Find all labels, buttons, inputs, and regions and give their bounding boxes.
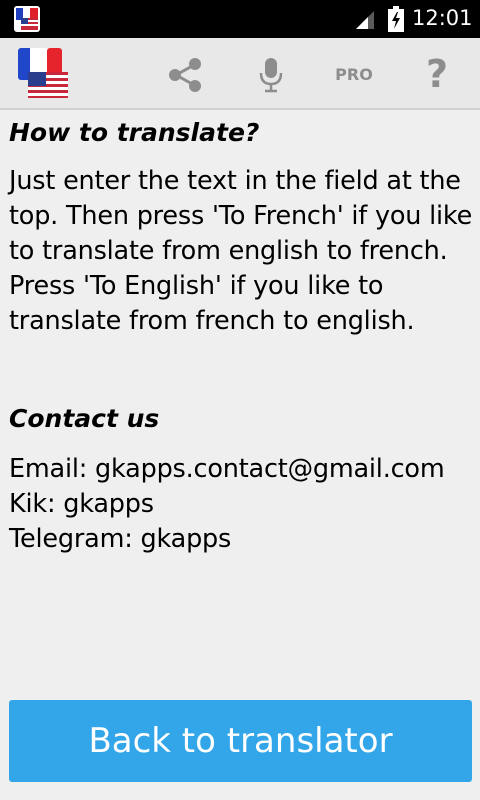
status-bar: 12:01 [0,0,480,38]
contact-kik: Kik: gkapps [9,489,154,519]
pro-button[interactable]: PRO [326,60,382,90]
help-button[interactable]: ? [414,50,460,98]
contact-telegram: Telegram: gkapps [9,524,232,554]
how-to-translate-text: Just enter the text in the field at the … [9,166,473,336]
flag-notification-icon [14,6,40,32]
battery-icon [388,6,404,32]
microphone-button[interactable] [248,52,294,98]
flag-logo-icon [18,48,68,98]
microphone-icon [259,58,283,93]
share-button[interactable] [162,52,208,98]
action-bar: PRO ? [0,38,480,110]
signal-icon [356,11,374,29]
how-to-translate-heading: How to translate? [9,118,260,147]
contact-email: Email: gkapps.contact@gmail.com [9,454,445,484]
contact-us-heading: Contact us [9,404,160,433]
share-icon [169,58,201,92]
back-to-translator-button[interactable]: Back to translator [9,700,472,782]
clock: 12:01 [412,6,473,30]
contact-info: Email: gkapps.contact@gmail.com Kik: gka… [9,452,479,557]
